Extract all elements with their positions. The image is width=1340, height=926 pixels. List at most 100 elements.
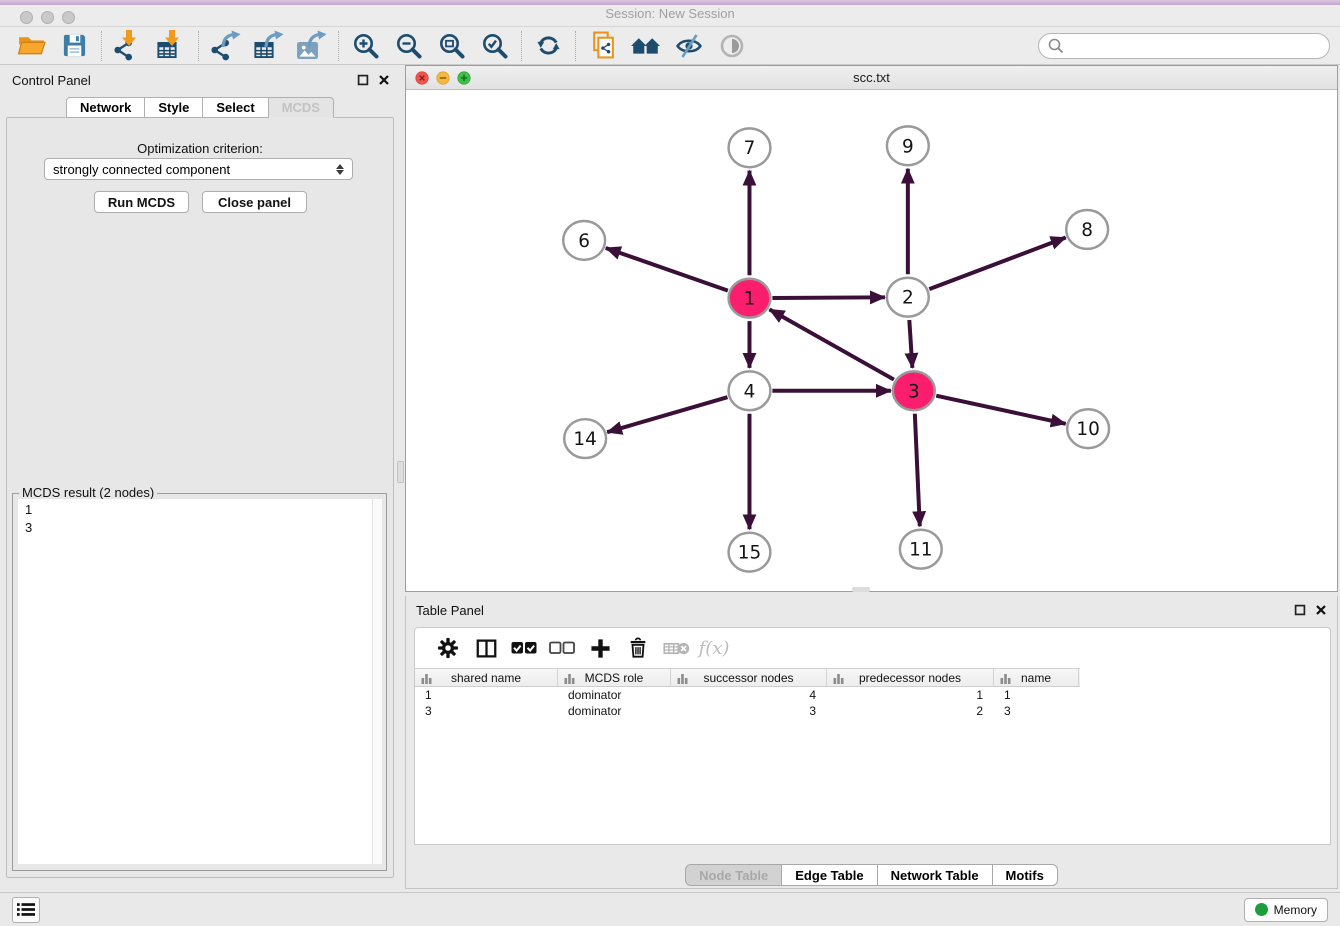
zoom-in-button[interactable] bbox=[344, 29, 387, 63]
export-table-button[interactable] bbox=[247, 29, 290, 63]
dropdown-value: strongly connected component bbox=[53, 162, 230, 177]
zoom-out-button[interactable] bbox=[387, 29, 430, 63]
deselect-all-button[interactable] bbox=[543, 632, 581, 664]
home-button[interactable] bbox=[624, 29, 667, 63]
delete-column-button[interactable] bbox=[619, 632, 657, 664]
control-tab-select[interactable]: Select bbox=[203, 97, 268, 118]
select-all-button[interactable] bbox=[505, 632, 543, 664]
task-history-button[interactable] bbox=[12, 897, 40, 923]
mcds-result-line: 1 bbox=[25, 501, 375, 519]
table-cell[interactable]: dominator bbox=[558, 703, 671, 719]
graph-node-label-3: 3 bbox=[908, 381, 920, 402]
hide-details-button[interactable] bbox=[667, 29, 710, 63]
table-cell[interactable]: 1 bbox=[994, 687, 1079, 703]
toolbar-separator bbox=[338, 31, 339, 61]
table-cell[interactable]: 1 bbox=[827, 687, 994, 703]
horizontal-splitter-grip[interactable] bbox=[852, 587, 870, 592]
memory-status-icon bbox=[1255, 903, 1268, 916]
control-tab-mcds[interactable]: MCDS bbox=[269, 97, 334, 118]
table-tab-node-table[interactable]: Node Table bbox=[685, 864, 782, 886]
table-header-row: shared nameMCDS rolesuccessor nodesprede… bbox=[415, 668, 1080, 687]
run-mcds-button[interactable]: Run MCDS bbox=[94, 191, 189, 213]
graph-edge-3-1[interactable] bbox=[769, 309, 893, 379]
column-header-name[interactable]: name bbox=[994, 669, 1079, 686]
close-panel-button[interactable]: Close panel bbox=[202, 191, 307, 213]
mcds-result-scrollbar[interactable] bbox=[372, 499, 382, 864]
add-column-button[interactable] bbox=[581, 632, 619, 664]
toolbar-separator bbox=[198, 31, 199, 61]
memory-button[interactable]: Memory bbox=[1244, 898, 1328, 922]
graph-node-label-8: 8 bbox=[1081, 220, 1093, 241]
export-network-button[interactable] bbox=[204, 29, 247, 63]
column-header-shared-name[interactable]: shared name bbox=[415, 669, 558, 686]
show-graphics-details-button[interactable] bbox=[710, 29, 753, 63]
column-type-icon bbox=[1000, 673, 1011, 684]
graph-edge-1-6[interactable] bbox=[606, 248, 728, 291]
table-cell[interactable]: dominator bbox=[558, 687, 671, 703]
graph-node-label-14: 14 bbox=[573, 429, 596, 450]
column-type-icon bbox=[421, 673, 432, 684]
split-panel-button[interactable] bbox=[467, 632, 505, 664]
graph-node-label-11: 11 bbox=[909, 540, 932, 561]
toolbar-separator bbox=[101, 31, 102, 61]
control-tab-network[interactable]: Network bbox=[66, 97, 145, 118]
close-panel-icon[interactable] bbox=[378, 74, 390, 86]
save-session-button[interactable] bbox=[53, 29, 96, 63]
table-panel-tabs: Node TableEdge TableNetwork TableMotifs bbox=[406, 864, 1337, 886]
table-cell[interactable]: 3 bbox=[994, 703, 1079, 719]
table-tab-edge-table[interactable]: Edge Table bbox=[782, 864, 877, 886]
search-icon bbox=[1048, 38, 1064, 54]
window-title: Session: New Session bbox=[0, 6, 1340, 21]
table-tab-network-table[interactable]: Network Table bbox=[878, 864, 993, 886]
table-body: 1dominator4113dominator323 bbox=[415, 687, 1330, 719]
task-list-icon bbox=[17, 902, 35, 917]
table-row[interactable]: 3dominator323 bbox=[415, 703, 1330, 719]
control-tab-style[interactable]: Style bbox=[145, 97, 203, 118]
mcds-result-textarea[interactable]: 13 bbox=[18, 499, 382, 864]
panel-splitter-grip[interactable] bbox=[397, 461, 404, 483]
import-table-button[interactable] bbox=[150, 29, 193, 63]
zoom-selected-button[interactable] bbox=[473, 29, 516, 63]
network-window-title: scc.txt bbox=[406, 70, 1337, 85]
close-table-panel-icon[interactable] bbox=[1315, 604, 1327, 616]
open-file-button[interactable] bbox=[10, 29, 53, 63]
graph-node-label-10: 10 bbox=[1076, 419, 1099, 440]
table-cell[interactable]: 4 bbox=[671, 687, 827, 703]
graph-edge-2-8[interactable] bbox=[929, 238, 1065, 290]
table-tab-motifs[interactable]: Motifs bbox=[993, 864, 1058, 886]
column-header-MCDS-role[interactable]: MCDS role bbox=[558, 669, 671, 686]
open-session-network-button[interactable] bbox=[581, 29, 624, 63]
graph-edge-4-14[interactable] bbox=[607, 397, 727, 432]
column-header-predecessor-nodes[interactable]: predecessor nodes bbox=[827, 669, 994, 686]
search-input[interactable] bbox=[1070, 38, 1320, 53]
network-window-titlebar[interactable]: scc.txt bbox=[406, 66, 1337, 90]
table-cell[interactable]: 3 bbox=[671, 703, 827, 719]
graph-node-label-4: 4 bbox=[744, 381, 756, 402]
graph-node-label-7: 7 bbox=[744, 138, 756, 159]
graph-node-label-15: 15 bbox=[738, 543, 761, 564]
graph-edge-3-10[interactable] bbox=[936, 396, 1066, 424]
search-field[interactable] bbox=[1038, 33, 1330, 59]
optimization-criterion-dropdown[interactable]: strongly connected component bbox=[44, 158, 353, 180]
float-table-panel-icon[interactable] bbox=[1294, 604, 1306, 616]
table-cell[interactable]: 1 bbox=[415, 687, 558, 703]
table-row[interactable]: 1dominator411 bbox=[415, 687, 1330, 703]
graph-edge-2-3[interactable] bbox=[909, 320, 912, 368]
control-panel-tabs: NetworkStyleSelectMCDS bbox=[0, 97, 400, 118]
float-panel-icon[interactable] bbox=[357, 74, 369, 86]
network-graph[interactable]: 7968124314101511 bbox=[406, 91, 1337, 591]
export-image-button[interactable] bbox=[290, 29, 333, 63]
main-toolbar bbox=[0, 27, 1340, 65]
function-builder-button-disabled: f(x) bbox=[695, 632, 733, 664]
network-canvas[interactable]: 7968124314101511 bbox=[406, 91, 1337, 591]
graph-edge-3-11[interactable] bbox=[915, 414, 920, 527]
import-network-button[interactable] bbox=[107, 29, 150, 63]
refresh-view-button[interactable] bbox=[527, 29, 570, 63]
table-cell[interactable]: 2 bbox=[827, 703, 994, 719]
zoom-fit-button[interactable] bbox=[430, 29, 473, 63]
table-cell[interactable]: 3 bbox=[415, 703, 558, 719]
column-header-successor-nodes[interactable]: successor nodes bbox=[671, 669, 827, 686]
graph-edge-1-2[interactable] bbox=[772, 297, 885, 298]
column-settings-button[interactable] bbox=[429, 632, 467, 664]
graph-node-label-2: 2 bbox=[902, 288, 914, 309]
